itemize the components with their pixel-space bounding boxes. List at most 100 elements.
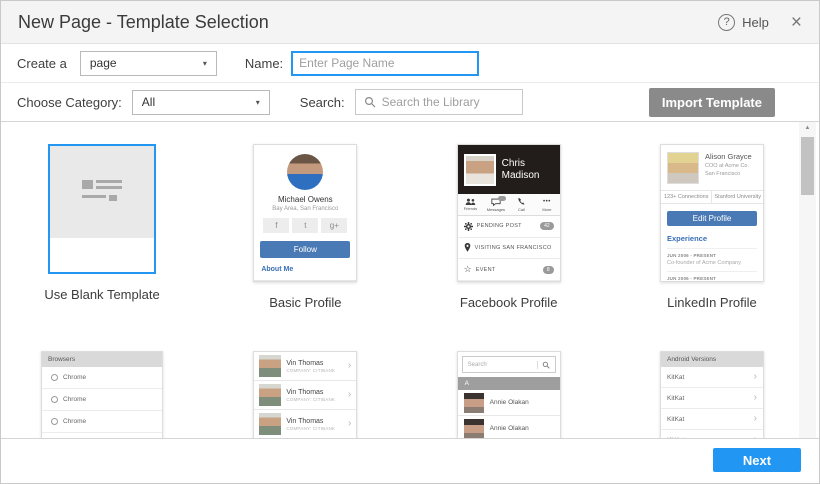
gear-icon [464, 222, 473, 231]
next-button[interactable]: Next [713, 448, 801, 472]
list-item: Vin ThomasCOMPANY: CITIBANK › [254, 381, 356, 410]
category-value: All [142, 95, 155, 109]
list-item: KitKat› [661, 367, 763, 388]
help-link[interactable]: Help [742, 15, 769, 30]
library-search-wrapper [355, 89, 523, 115]
search-label: Search: [300, 95, 345, 110]
preview-edit-profile-button: Edit Profile [667, 211, 757, 226]
avatar-vin-thomas [259, 355, 281, 377]
help-icon[interactable]: ? [718, 14, 735, 31]
category-label: Choose Category: [17, 95, 122, 110]
template-row-1: Use Blank Template Michael Owens Bay Are… [41, 122, 773, 310]
avatar-alison-grayce [667, 152, 699, 184]
template-grid: Use Blank Template Michael Owens Bay Are… [41, 122, 773, 438]
fb-action-friends: Friends [458, 194, 484, 215]
preview-fb-header: Chris Madison [458, 145, 560, 194]
template-card-android-versions[interactable]: Android Versions KitKat› KitKat› KitKat›… [660, 351, 764, 439]
template-card-browsers-list[interactable]: Browsers Chrome Chrome Chrome Chrome [41, 351, 163, 439]
template-card-linkedin-profile[interactable]: Alison Grayce COO at Acme Co. San Franci… [660, 144, 764, 282]
preview-li-header: Alison Grayce COO at Acme Co. San Franci… [661, 145, 763, 190]
preview-fb-name: Chris Madison [502, 158, 546, 182]
template-cell-browsers: Browsers Chrome Chrome Chrome Chrome [41, 351, 163, 439]
fb-action-messages: Messages [483, 194, 509, 215]
scrollbar: ▲ [799, 122, 816, 438]
list-item: Annie Olakan [458, 416, 560, 439]
preview-profile-location: Bay Area, San Francisco [272, 206, 338, 212]
list-item: KitKat› [661, 409, 763, 430]
template-cell-search-list: Search A Annie Olakan Annie Ola [448, 351, 570, 439]
radio-icon [51, 396, 58, 403]
preview-fb-actions: Friends Messages [458, 194, 560, 216]
star-icon: ☆ [464, 265, 472, 274]
avatar-vin-thomas [259, 413, 281, 435]
fb-row-visiting: VISITING SAN FRANCISCO [458, 238, 560, 260]
titlebar: New Page - Template Selection ? Help × [1, 1, 819, 44]
phone-icon [517, 197, 526, 206]
template-caption-blank: Use Blank Template [44, 287, 159, 302]
list-item: KitKat› [661, 388, 763, 409]
scrollbar-thumb[interactable] [801, 137, 814, 195]
template-caption-linkedin: LinkedIn Profile [667, 295, 757, 310]
create-type-select[interactable]: page ▾ [80, 51, 217, 76]
chevron-down-icon: ▾ [203, 59, 207, 68]
template-row-2: Browsers Chrome Chrome Chrome Chrome Vin… [41, 351, 773, 439]
preview-search-bar: Search [462, 356, 556, 373]
list-item: KitKat› [661, 430, 763, 439]
list-item: Vin ThomasCOMPANY: CITIBANK › [254, 410, 356, 439]
pending-post-badge: 42 [540, 222, 554, 230]
close-icon[interactable]: × [791, 13, 802, 32]
chevron-down-icon: ▾ [256, 98, 260, 107]
create-row: Create a page ▾ Name: [1, 44, 819, 83]
experience-entry: JUN 2006 - PRESENT [667, 271, 757, 281]
footer: Next [1, 440, 819, 483]
titlebar-actions: ? Help × [718, 13, 802, 32]
template-card-blank[interactable] [48, 144, 156, 274]
avatar-chris-madison [464, 154, 496, 186]
name-label: Name: [245, 56, 283, 71]
template-card-search-list[interactable]: Search A Annie Olakan Annie Ola [457, 351, 561, 439]
preview-experience-heading: Experience [667, 234, 757, 243]
connections-count: 123+ Connections [661, 191, 713, 203]
chevron-right-icon: › [348, 390, 351, 400]
list-item: Vin ThomasCOMPANY: CITIBANK › [254, 352, 356, 381]
scroll-up-icon[interactable]: ▲ [799, 122, 816, 135]
radio-row: Chrome [42, 433, 162, 439]
preview-social-row: f t g+ [263, 218, 347, 233]
radio-row: Chrome [42, 411, 162, 433]
template-cell-facebook: Chris Madison Friends [448, 144, 570, 310]
template-cell-contacts: Vin ThomasCOMPANY: CITIBANK › Vin Thomas… [244, 351, 366, 439]
text-lines-icon [82, 180, 122, 204]
chevron-right-icon: › [754, 393, 757, 403]
template-card-contacts-list[interactable]: Vin ThomasCOMPANY: CITIBANK › Vin Thomas… [253, 351, 357, 439]
event-badge: 8 [543, 266, 554, 274]
template-cell-linkedin: Alison Grayce COO at Acme Co. San Franci… [651, 144, 773, 310]
more-icon: ••• [543, 198, 551, 206]
preview-follow-button: Follow [260, 241, 350, 258]
template-gallery: Use Blank Template Michael Owens Bay Are… [1, 121, 819, 439]
import-template-button[interactable]: Import Template [649, 88, 775, 117]
experience-entry: JUN 2006 - PRESENT Co-founder of Acme Co… [667, 248, 757, 266]
avatar-annie-olakan [464, 393, 484, 413]
preview-list-header: Browsers [42, 352, 162, 367]
category-select[interactable]: All ▾ [132, 90, 270, 115]
radio-icon [51, 374, 58, 381]
section-header: A [458, 377, 560, 390]
name-field-wrapper [291, 51, 479, 76]
library-search-input[interactable] [382, 95, 514, 109]
page-name-input[interactable] [299, 56, 471, 70]
preview-about-link: About Me [261, 266, 293, 273]
template-caption-facebook: Facebook Profile [460, 295, 558, 310]
avatar-michael-owens [287, 154, 323, 190]
template-card-basic-profile[interactable]: Michael Owens Bay Area, San Francisco f … [253, 144, 357, 282]
divider [254, 280, 356, 281]
radio-icon [51, 418, 58, 425]
location-pin-icon [464, 243, 471, 252]
chevron-right-icon: › [754, 372, 757, 382]
avatar-vin-thomas [259, 384, 281, 406]
new-page-dialog: New Page - Template Selection ? Help × C… [0, 0, 820, 484]
search-icon [364, 96, 376, 108]
twitter-icon: t [292, 218, 318, 233]
template-card-facebook-profile[interactable]: Chris Madison Friends [457, 144, 561, 282]
facebook-icon: f [263, 218, 289, 233]
school-name: Stanford University [712, 191, 763, 203]
